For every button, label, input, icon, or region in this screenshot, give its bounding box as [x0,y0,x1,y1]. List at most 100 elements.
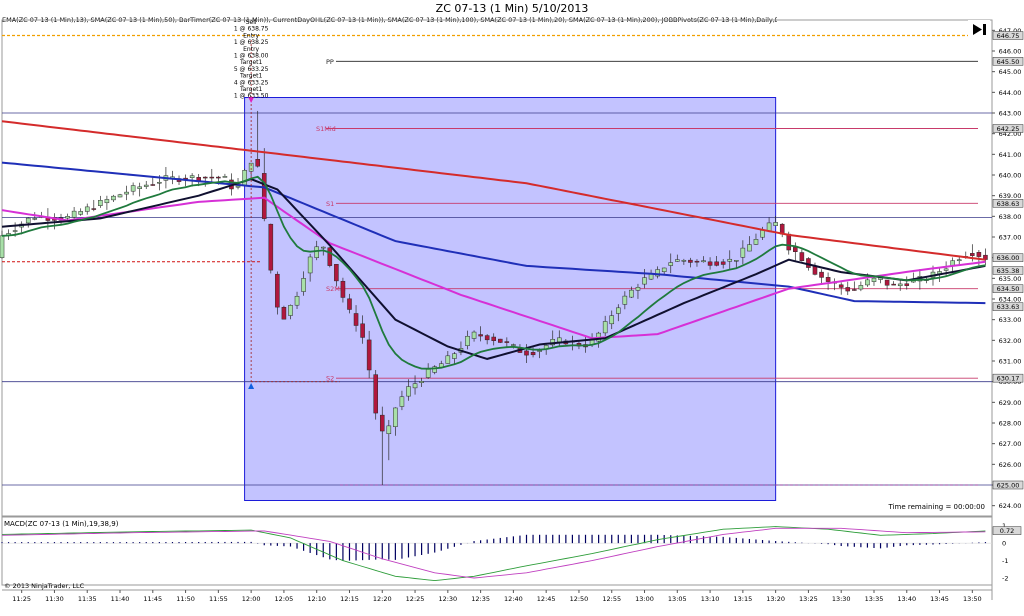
candle-body [727,258,733,262]
price-level-tag-label: 630.17 [997,375,1020,383]
candle-body [327,247,333,266]
candle-body [294,295,300,306]
macd-signal-line [1,527,986,579]
candle-body [124,191,129,195]
candle-body [268,223,274,271]
candle-body [661,267,667,272]
candle-body [98,200,103,206]
candle-body [235,185,241,188]
candle-body [386,425,392,434]
candle-body [465,335,470,346]
macd-tick-label: -2 [1002,575,1008,583]
price-tick-label: 627.00 [999,440,1022,448]
scroll-to-end-button[interactable] [968,20,990,38]
candle-body [340,280,346,298]
macd-tick-label: 0 [1002,540,1006,548]
candle-body [360,323,365,338]
price-chart[interactable]: PPS1MidS1S2MidS2 Sell1 @ 638.75Entry1 @ … [0,0,1024,616]
candle-body [497,338,503,343]
candle-body [504,341,510,343]
macd-value-label: 0.72 [1000,527,1014,535]
candle-body [753,239,759,245]
price-tick-label: 640.00 [999,172,1022,180]
candle-body [425,369,431,378]
candle-body [32,218,38,220]
price-level-tag-label: 638.63 [997,200,1020,208]
candle-body [12,230,18,232]
candle-body [629,289,634,298]
candle-body [288,305,293,316]
candle-body [255,159,260,167]
candle-body [281,307,287,320]
candle-body [858,285,864,290]
candle-body [675,259,680,262]
time-tick-label: 13:45 [930,595,949,603]
time-tick-label: 11:40 [111,595,130,603]
price-level-tag-label: 636.00 [997,254,1020,262]
candle-body [379,414,385,432]
price-level-tag-label: 625.00 [997,482,1020,490]
candle-body [622,295,628,305]
candle-body [104,199,110,204]
time-tick-label: 13:20 [766,595,785,603]
trade-annotation-text: 1 @ 633.50 [234,93,269,100]
candle-body [793,247,798,252]
candle-body [320,246,326,249]
candle-body [471,331,477,339]
time-tick-label: 13:35 [865,595,884,603]
time-tick-label: 13:05 [668,595,687,603]
candle-body [668,262,674,266]
time-tick-label: 12:15 [340,595,359,603]
time-tick-label: 12:10 [307,595,326,603]
candle-body [478,334,483,337]
macd-line [1,526,986,582]
price-level-tag-label: 642.25 [997,125,1020,133]
candle-body [452,353,457,359]
candle-body [760,230,765,238]
price-tick-label: 638.00 [999,213,1022,221]
candle-body [412,383,418,389]
candle-body [353,313,359,326]
candle-body [707,261,713,266]
candle-body [130,185,136,192]
copyright-label: © 2013 NinjaTrader, LLC [4,582,85,590]
candle-body [891,283,896,286]
time-tick-label: 13:40 [897,595,916,603]
candle-body [347,298,352,310]
price-tick-label: 633.00 [999,316,1022,324]
price-level-tag-label: 645.50 [997,58,1020,66]
candle-body [307,256,313,274]
candle-body [117,194,123,198]
candle-body [84,206,90,212]
pivot-label: S1Mid [316,125,336,133]
time-tick-label: 12:05 [275,595,294,603]
candle-body [819,271,824,278]
time-tick-label: 13:10 [701,595,720,603]
price-tick-label: 643.00 [999,110,1022,118]
candle-body [524,350,529,356]
time-tick-label: 12:25 [406,595,425,603]
time-tick-label: 12:50 [570,595,589,603]
candle-body [635,287,641,291]
candle-body [150,184,156,186]
macd-panel[interactable] [1,516,993,586]
candle-body [399,396,405,407]
candle-body [766,222,772,232]
candle-body [65,216,70,219]
time-tick-label: 11:45 [143,595,162,603]
candle-body [334,264,339,282]
candle-body [609,315,615,325]
time-tick-label: 11:50 [176,595,195,603]
candle-body [701,260,706,263]
candle-body [642,277,647,285]
time-tick-label: 13:00 [635,595,654,603]
candle-body [720,261,726,265]
price-tick-label: 641.00 [999,151,1022,159]
candle-body [275,273,280,308]
price-tick-label: 629.00 [999,399,1022,407]
candle-body [419,381,424,383]
candle-body [216,176,221,179]
candle-body [445,355,451,364]
price-level-tag-label: 634.50 [997,285,1020,293]
candle-body [373,374,378,414]
